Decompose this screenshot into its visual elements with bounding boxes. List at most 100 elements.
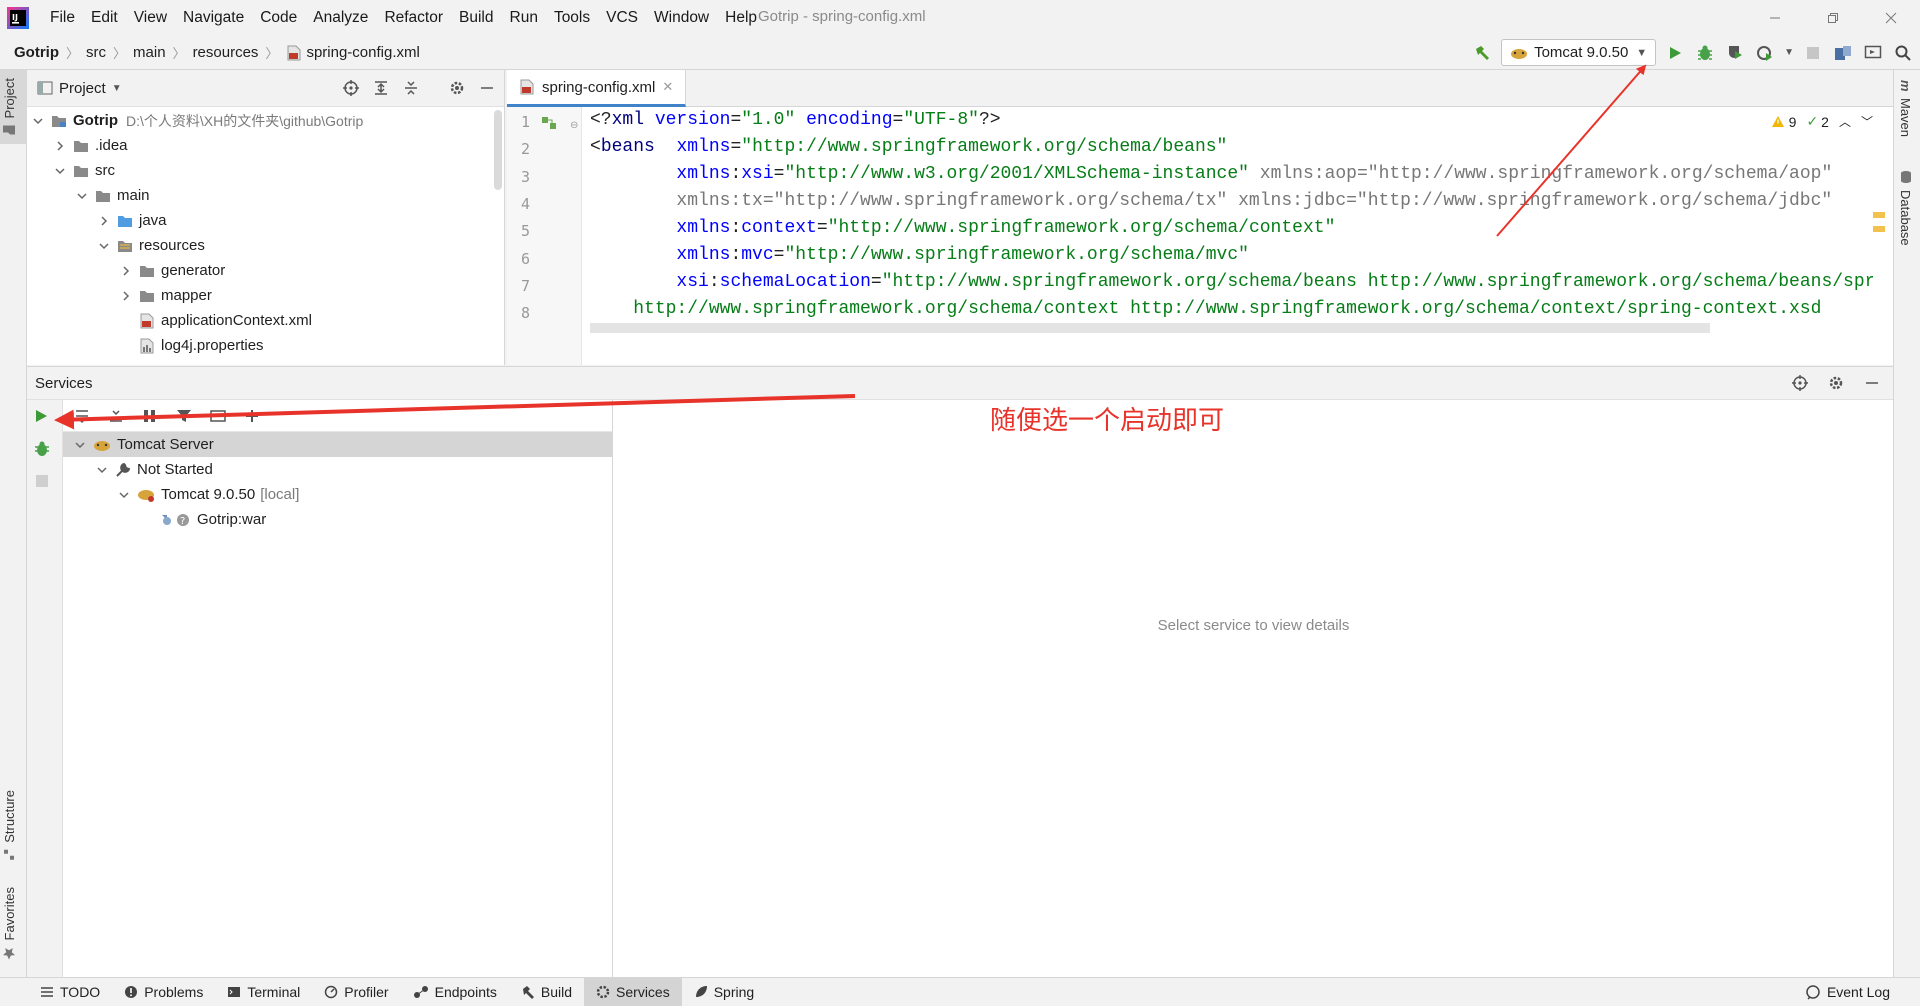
build-hammer-icon[interactable] bbox=[1471, 42, 1493, 64]
status-tab-terminal[interactable]: Terminal bbox=[215, 978, 312, 1006]
locate-icon[interactable] bbox=[1789, 372, 1811, 394]
add-service-icon[interactable] bbox=[241, 405, 263, 427]
project-scrollbar[interactable] bbox=[494, 110, 502, 190]
chevron-down-icon[interactable] bbox=[53, 165, 67, 177]
debug-icon[interactable] bbox=[1694, 42, 1716, 64]
fold-icon[interactable]: ⊖ bbox=[570, 120, 578, 131]
service-item-tomcat-9-0-50[interactable]: Tomcat 9.0.50 [local] bbox=[63, 482, 612, 507]
editor-tab-spring-config[interactable]: spring-config.xml ✕ bbox=[507, 70, 687, 107]
run-with-coverage-icon[interactable] bbox=[1724, 42, 1746, 64]
chevron-down-icon[interactable]: ▼ bbox=[112, 83, 122, 94]
chevron-down-icon[interactable] bbox=[117, 489, 131, 501]
chevron-down-icon[interactable] bbox=[31, 115, 45, 127]
menu-item-run[interactable]: Run bbox=[502, 9, 546, 27]
status-tab-services[interactable]: Services bbox=[584, 977, 682, 1006]
menu-item-file[interactable]: File bbox=[42, 9, 83, 27]
minimize-icon[interactable] bbox=[1746, 0, 1804, 35]
breadcrumb-file[interactable]: spring-config.xml bbox=[306, 44, 419, 61]
tree-item-idea[interactable]: .idea bbox=[27, 133, 504, 158]
tool-tab-structure[interactable]: Structure bbox=[2, 790, 17, 861]
tree-item-generator[interactable]: generator bbox=[27, 258, 504, 283]
breadcrumb-main[interactable]: main bbox=[133, 44, 166, 61]
warning-stripe-marker[interactable] bbox=[1873, 226, 1885, 232]
chevron-right-icon[interactable] bbox=[119, 265, 133, 277]
search-icon[interactable] bbox=[1892, 42, 1914, 64]
collapse-all-icon[interactable] bbox=[105, 405, 127, 427]
next-highlight-icon[interactable]: ﹀ bbox=[1861, 113, 1873, 130]
menu-item-analyze[interactable]: Analyze bbox=[305, 9, 376, 27]
tool-tab-project[interactable]: Project bbox=[2, 78, 17, 136]
editor-horizontal-scrollbar[interactable] bbox=[590, 323, 1710, 333]
locate-icon[interactable] bbox=[340, 77, 362, 99]
profile-icon[interactable] bbox=[1754, 42, 1776, 64]
menu-item-vcs[interactable]: VCS bbox=[598, 9, 646, 27]
chevron-down-icon[interactable] bbox=[75, 190, 89, 202]
chevron-right-icon[interactable] bbox=[97, 215, 111, 227]
status-tab-todo[interactable]: TODO bbox=[28, 978, 112, 1006]
run-configuration-select[interactable]: Tomcat 9.0.50 ▼ bbox=[1501, 39, 1657, 66]
breadcrumb-resources[interactable]: resources bbox=[193, 44, 259, 61]
project-view-label[interactable]: Project bbox=[59, 80, 106, 97]
collapse-all-icon[interactable] bbox=[400, 77, 422, 99]
service-item-not-started[interactable]: Not Started bbox=[63, 457, 612, 482]
breadcrumb-src[interactable]: src bbox=[86, 44, 106, 61]
restore-icon[interactable] bbox=[1804, 0, 1862, 35]
menu-item-view[interactable]: View bbox=[126, 9, 175, 27]
service-item-tomcat-server[interactable]: Tomcat Server bbox=[63, 432, 612, 457]
chevron-right-icon[interactable] bbox=[53, 140, 67, 152]
tree-item-src[interactable]: src bbox=[27, 158, 504, 183]
tree-item-java[interactable]: java bbox=[27, 208, 504, 233]
chevron-down-icon[interactable] bbox=[73, 439, 87, 451]
hide-panel-icon[interactable] bbox=[476, 77, 498, 99]
gear-icon[interactable] bbox=[446, 77, 468, 99]
project-structure-icon[interactable] bbox=[1832, 42, 1854, 64]
status-tab-build[interactable]: Build bbox=[509, 978, 584, 1006]
warning-stripe-marker[interactable] bbox=[1873, 212, 1885, 218]
status-tab-profiler[interactable]: Profiler bbox=[312, 978, 400, 1006]
menu-item-build[interactable]: Build bbox=[451, 9, 501, 27]
expand-all-icon[interactable] bbox=[370, 77, 392, 99]
menu-item-window[interactable]: Window bbox=[646, 9, 717, 27]
expand-all-icon[interactable] bbox=[71, 405, 93, 427]
close-tab-icon[interactable]: ✕ bbox=[662, 79, 673, 95]
menu-item-code[interactable]: Code bbox=[252, 9, 305, 27]
group-by-icon[interactable] bbox=[139, 405, 161, 427]
stop-icon[interactable] bbox=[1802, 42, 1824, 64]
inspection-widget[interactable]: 9 ✓ 2 ︿ ﹀ bbox=[1771, 113, 1873, 130]
status-tab-problems[interactable]: Problems bbox=[112, 978, 215, 1006]
debug-service-icon[interactable] bbox=[33, 440, 51, 458]
spring-bean-gutter-icon[interactable] bbox=[541, 115, 559, 131]
tree-item-mapper[interactable]: mapper bbox=[27, 283, 504, 308]
tool-tab-maven[interactable]: m Maven bbox=[1898, 80, 1913, 137]
tool-tab-database[interactable]: Database bbox=[1898, 170, 1913, 246]
menu-item-navigate[interactable]: Navigate bbox=[175, 9, 252, 27]
hide-panel-icon[interactable] bbox=[1861, 372, 1883, 394]
stop-service-icon[interactable] bbox=[35, 474, 49, 488]
tool-tab-favorites[interactable]: Favorites bbox=[2, 887, 17, 960]
filter-icon[interactable] bbox=[173, 405, 195, 427]
tree-item-gotrip[interactable]: Gotrip D:\个人资料\XH的文件夹\github\Gotrip bbox=[27, 108, 504, 133]
previous-highlight-icon[interactable]: ︿ bbox=[1839, 113, 1851, 130]
gear-icon[interactable] bbox=[1825, 372, 1847, 394]
tree-item-applicationcontext-xml[interactable]: applicationContext.xml bbox=[27, 308, 504, 333]
menu-item-refactor[interactable]: Refactor bbox=[376, 9, 451, 27]
menu-item-tools[interactable]: Tools bbox=[546, 9, 598, 27]
chevron-down-icon[interactable] bbox=[95, 464, 109, 476]
tree-item-log4j-properties[interactable]: log4j.properties bbox=[27, 333, 504, 358]
event-log-button[interactable]: Event Log bbox=[1805, 978, 1890, 1006]
new-tab-icon[interactable] bbox=[207, 405, 229, 427]
run-service-icon[interactable] bbox=[33, 408, 49, 424]
breadcrumb-project[interactable]: Gotrip bbox=[14, 44, 59, 61]
more-run-options-icon[interactable]: ▼ bbox=[1784, 47, 1794, 58]
close-icon[interactable] bbox=[1862, 0, 1920, 35]
service-item-gotrip-war[interactable]: ? Gotrip:war bbox=[63, 507, 612, 532]
menu-item-edit[interactable]: Edit bbox=[83, 9, 126, 27]
presentation-icon[interactable] bbox=[1862, 42, 1884, 64]
chevron-down-icon[interactable] bbox=[97, 240, 111, 252]
tree-item-resources[interactable]: resources bbox=[27, 233, 504, 258]
chevron-right-icon[interactable] bbox=[119, 290, 133, 302]
run-icon[interactable] bbox=[1664, 42, 1686, 64]
tree-item-main[interactable]: main bbox=[27, 183, 504, 208]
status-tab-spring[interactable]: Spring bbox=[682, 978, 766, 1006]
status-tab-endpoints[interactable]: Endpoints bbox=[401, 978, 509, 1006]
